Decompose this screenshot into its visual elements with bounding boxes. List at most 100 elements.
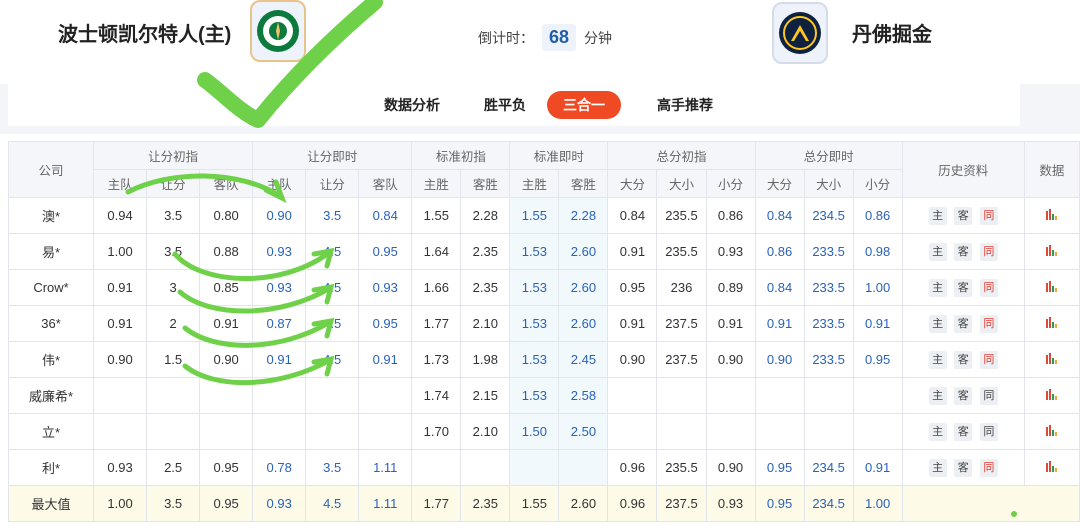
total-live-cell: 0.91 bbox=[852, 305, 903, 342]
bar-chart-icon[interactable] bbox=[1045, 389, 1058, 400]
history-home-button[interactable]: 主 bbox=[928, 350, 947, 369]
standard-live-cell: 1.53 bbox=[509, 269, 560, 306]
sub-size: 大小 bbox=[803, 169, 854, 198]
standard-live-cell: 2.45 bbox=[558, 341, 609, 378]
nuggets-logo-icon bbox=[772, 2, 828, 64]
sub-away-win: 客胜 bbox=[558, 169, 609, 198]
history-away-button[interactable]: 客 bbox=[954, 350, 973, 369]
bar-chart-icon[interactable] bbox=[1045, 245, 1058, 256]
table-row: 易* 1.00 3.5 0.88 0.93 4.5 0.95 1.64 2.35 1.53 2.60… bbox=[7, 233, 1080, 270]
history-away-button[interactable]: 客 bbox=[954, 206, 973, 225]
table-row: 利* 0.93 2.5 0.95 0.78 3.5 1.11 0.96 235.5 0.90 0.9… bbox=[7, 449, 1080, 486]
col-handicap-live: 让分即时 bbox=[252, 141, 413, 170]
handicap-live-cell: 4.5 bbox=[305, 485, 360, 522]
history-same-button[interactable]: 同 bbox=[979, 206, 998, 225]
standard-initial-cell: 2.35 bbox=[460, 485, 511, 522]
handicap-initial-cell: 0.93 bbox=[93, 449, 148, 486]
history-home-button[interactable]: 主 bbox=[928, 206, 947, 225]
handicap-live-cell: 4.5 bbox=[305, 341, 360, 378]
standard-initial-cell: 2.35 bbox=[460, 269, 511, 306]
tab-win-draw-loss[interactable]: 胜平负 bbox=[468, 91, 542, 119]
history-away-button[interactable]: 客 bbox=[954, 422, 973, 441]
history-away-button[interactable]: 客 bbox=[954, 314, 973, 333]
sub-away-win: 客胜 bbox=[460, 169, 511, 198]
bar-chart-icon[interactable] bbox=[1045, 209, 1058, 220]
standard-live-cell: 2.50 bbox=[558, 413, 609, 450]
total-live-cell: 233.5 bbox=[803, 269, 854, 306]
history-same-button[interactable]: 同 bbox=[979, 242, 998, 261]
tab-bar-inner: 数据分析 胜平负 三合一 高手推荐 bbox=[8, 84, 1020, 126]
countdown-value: 68 bbox=[542, 24, 577, 51]
total-live-cell: 233.5 bbox=[803, 305, 854, 342]
handicap-live-cell: 4.5 bbox=[305, 269, 360, 306]
history-same-button[interactable]: 同 bbox=[979, 350, 998, 369]
handicap-initial-cell: 3.5 bbox=[146, 233, 201, 270]
history-away-button[interactable]: 客 bbox=[954, 278, 973, 297]
handicap-live-cell: 0.93 bbox=[252, 269, 307, 306]
history-same-button[interactable]: 同 bbox=[979, 314, 998, 333]
countdown: 倒计时： 68 分钟 bbox=[478, 24, 612, 51]
tab-three-in-one[interactable]: 三合一 bbox=[547, 91, 621, 119]
bar-chart-icon[interactable] bbox=[1045, 425, 1058, 436]
history-same-button[interactable]: 同 bbox=[979, 422, 998, 441]
handicap-live-cell: 0.93 bbox=[252, 485, 307, 522]
handicap-live-cell: 0.90 bbox=[252, 197, 307, 234]
total-initial-cell: 0.86 bbox=[705, 197, 756, 234]
total-initial-cell bbox=[656, 377, 707, 414]
handicap-live-cell: 4.5 bbox=[305, 305, 360, 342]
handicap-initial-cell: 0.90 bbox=[93, 341, 148, 378]
history-same-button[interactable]: 同 bbox=[979, 458, 998, 477]
total-live-cell: 0.95 bbox=[754, 485, 805, 522]
handicap-live-cell bbox=[252, 377, 307, 414]
handicap-initial-cell: 0.91 bbox=[93, 269, 148, 306]
history-cell: 主 客 同 bbox=[901, 449, 1025, 486]
standard-live-cell: 2.60 bbox=[558, 269, 609, 306]
data-cell bbox=[1023, 377, 1080, 414]
history-home-button[interactable]: 主 bbox=[928, 458, 947, 477]
history-cell: 主 客 同 bbox=[901, 305, 1025, 342]
handicap-live-cell: 0.93 bbox=[358, 269, 413, 306]
standard-live-cell: 1.55 bbox=[509, 197, 560, 234]
table-row: 36* 0.91 2 0.91 0.87 4.5 0.95 1.77 2.10 1.53 2.60 0… bbox=[7, 305, 1080, 342]
history-away-button[interactable]: 客 bbox=[954, 458, 973, 477]
handicap-initial-cell: 3.5 bbox=[146, 485, 201, 522]
standard-initial-cell: 1.73 bbox=[411, 341, 462, 378]
standard-initial-cell: 2.10 bbox=[460, 305, 511, 342]
history-away-button[interactable]: 客 bbox=[954, 386, 973, 405]
history-same-button[interactable]: 同 bbox=[979, 386, 998, 405]
bar-chart-icon[interactable] bbox=[1045, 281, 1058, 292]
handicap-initial-cell bbox=[146, 377, 201, 414]
handicap-initial-cell: 1.5 bbox=[146, 341, 201, 378]
history-home-button[interactable]: 主 bbox=[928, 278, 947, 297]
total-live-cell bbox=[852, 377, 903, 414]
history-home-button[interactable]: 主 bbox=[928, 314, 947, 333]
match-header: 波士顿凯尔特人(主) 倒计时： 68 分钟 丹佛掘金 bbox=[0, 0, 1080, 84]
standard-initial-cell bbox=[411, 449, 462, 486]
total-live-cell: 0.91 bbox=[852, 449, 903, 486]
bar-chart-icon[interactable] bbox=[1045, 461, 1058, 472]
handicap-initial-cell bbox=[199, 413, 254, 450]
data-cell bbox=[1023, 449, 1080, 486]
handicap-live-cell: 0.91 bbox=[252, 341, 307, 378]
sub-big: 大分 bbox=[754, 169, 805, 198]
total-initial-cell: 0.96 bbox=[607, 449, 658, 486]
history-away-button[interactable]: 客 bbox=[954, 242, 973, 261]
standard-initial-cell: 2.28 bbox=[460, 197, 511, 234]
handicap-initial-cell: 1.00 bbox=[93, 233, 148, 270]
total-initial-cell: 237.5 bbox=[656, 305, 707, 342]
history-home-button[interactable]: 主 bbox=[928, 422, 947, 441]
total-live-cell: 234.5 bbox=[803, 485, 854, 522]
history-home-button[interactable]: 主 bbox=[928, 386, 947, 405]
total-initial-cell bbox=[705, 413, 756, 450]
handicap-live-cell: 0.95 bbox=[358, 305, 413, 342]
standard-live-cell: 1.55 bbox=[509, 485, 560, 522]
history-home-button[interactable]: 主 bbox=[928, 242, 947, 261]
total-initial-cell: 237.5 bbox=[656, 485, 707, 522]
history-same-button[interactable]: 同 bbox=[979, 278, 998, 297]
tab-expert-picks[interactable]: 高手推荐 bbox=[641, 91, 729, 119]
bar-chart-icon[interactable] bbox=[1045, 317, 1058, 328]
handicap-initial-cell: 0.95 bbox=[199, 485, 254, 522]
data-cell bbox=[1023, 413, 1080, 450]
bar-chart-icon[interactable] bbox=[1045, 353, 1058, 364]
tab-data-analysis[interactable]: 数据分析 bbox=[368, 91, 456, 119]
